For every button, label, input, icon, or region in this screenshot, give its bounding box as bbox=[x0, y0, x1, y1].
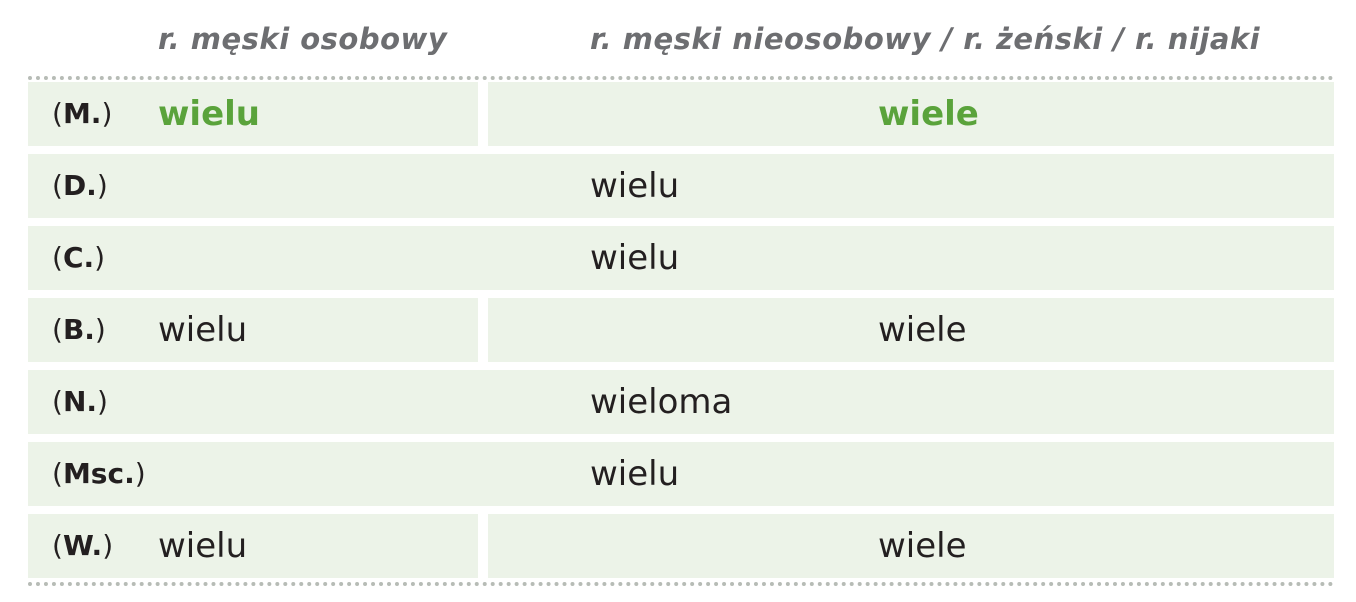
table-row-accusative: (B.) wielu wiele bbox=[28, 298, 1334, 362]
table-row-instrumental: (N.) wieloma bbox=[28, 370, 1334, 434]
table-row-nominative: (M.) wielu wiele bbox=[28, 82, 1334, 146]
table-row-vocative: (W.) wielu wiele bbox=[28, 514, 1334, 578]
form-other-genders: wiele bbox=[878, 526, 967, 566]
form-masculine-personal: wielu bbox=[158, 526, 248, 566]
top-dotted-divider bbox=[28, 76, 1334, 80]
case-label: (W.) bbox=[52, 529, 114, 562]
case-label: (B.) bbox=[52, 313, 106, 346]
cell-masculine-personal: (M.) wielu bbox=[28, 82, 478, 146]
cell-all-genders: (N.) wieloma bbox=[28, 370, 1334, 434]
cell-all-genders: (C.) wielu bbox=[28, 226, 1334, 290]
form-masculine-personal: wielu bbox=[158, 94, 260, 134]
case-label: (D.) bbox=[52, 169, 108, 202]
form-all-genders: wieloma bbox=[590, 382, 733, 422]
bottom-dotted-divider bbox=[28, 582, 1334, 586]
header-other-genders: r. męski nieosobowy / r. żeński / r. nij… bbox=[590, 22, 1261, 56]
table-row-genitive: (D.) wielu bbox=[28, 154, 1334, 218]
cell-all-genders: (Msc.) wielu bbox=[28, 442, 1334, 506]
table-row-dative: (C.) wielu bbox=[28, 226, 1334, 290]
form-all-genders: wielu bbox=[590, 238, 680, 278]
form-other-genders: wiele bbox=[878, 310, 967, 350]
form-other-genders: wiele bbox=[878, 94, 979, 134]
cell-all-genders: (D.) wielu bbox=[28, 154, 1334, 218]
cell-masculine-personal: (B.) wielu bbox=[28, 298, 478, 362]
case-label: (C.) bbox=[52, 241, 106, 274]
table-row-locative: (Msc.) wielu bbox=[28, 442, 1334, 506]
header-masculine-personal: r. męski osobowy bbox=[158, 22, 448, 56]
form-masculine-personal: wielu bbox=[158, 310, 248, 350]
table-header: r. męski osobowy r. męski nieosobowy / r… bbox=[0, 22, 1356, 68]
case-label: (Msc.) bbox=[52, 457, 146, 490]
case-label: (M.) bbox=[52, 97, 113, 130]
case-label: (N.) bbox=[52, 385, 108, 418]
cell-masculine-personal: (W.) wielu bbox=[28, 514, 478, 578]
form-all-genders: wielu bbox=[590, 454, 680, 494]
form-all-genders: wielu bbox=[590, 166, 680, 206]
